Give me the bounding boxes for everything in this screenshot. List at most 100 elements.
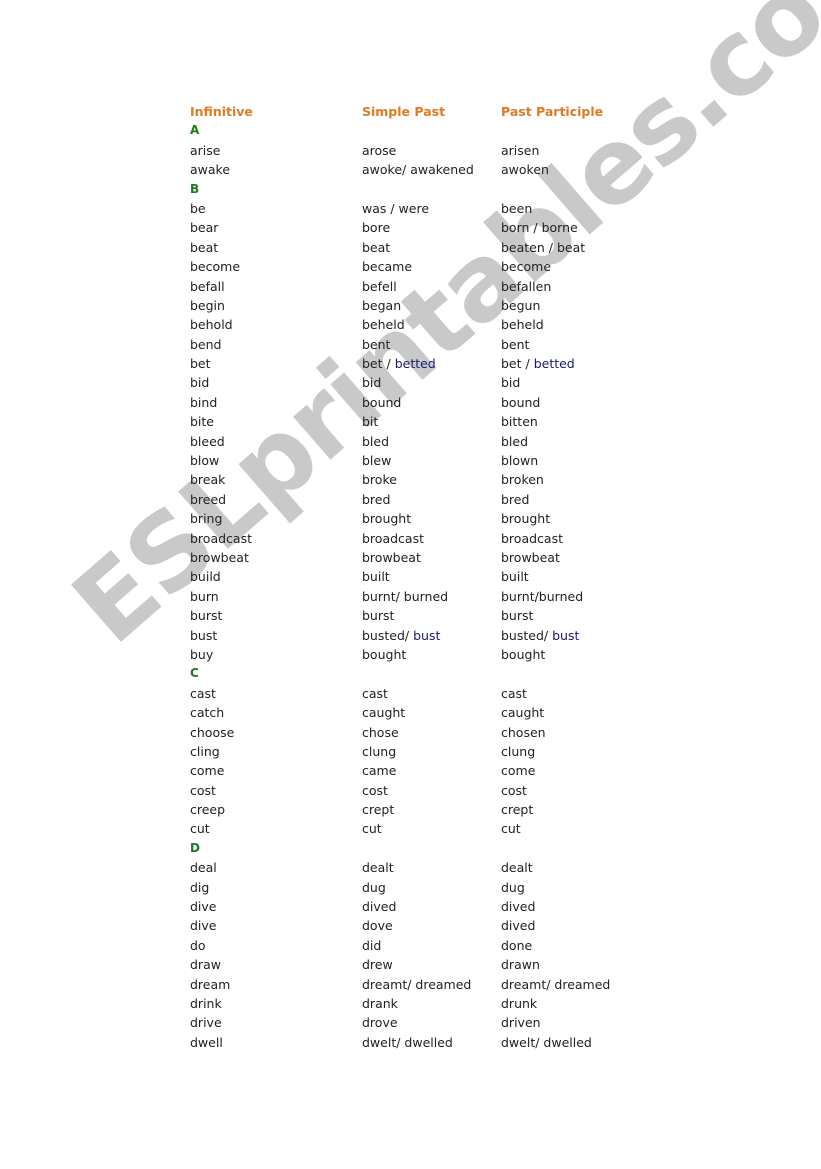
past-participle-text: driven xyxy=(501,1015,541,1031)
infinitive-cell: dive xyxy=(190,897,217,916)
infinitive-text: buy xyxy=(190,646,214,662)
simple-past-cell: bit xyxy=(362,412,378,431)
simple-past-cell: brought xyxy=(362,509,411,528)
simple-past-cell: drank xyxy=(362,994,398,1013)
past-participle-cell: bled xyxy=(501,432,528,451)
infinitive-cell: bind xyxy=(190,393,217,412)
simple-past-text: built xyxy=(362,569,390,585)
simple-past-cell: bore xyxy=(362,218,390,237)
infinitive-cell: dwell xyxy=(190,1033,223,1052)
simple-past-text: came xyxy=(362,763,397,779)
infinitive-text: become xyxy=(190,259,241,275)
past-participle-text: broken xyxy=(501,472,544,488)
infinitive-cell: bid xyxy=(190,373,209,392)
simple-past-text: dwelt/ dwelled xyxy=(362,1034,453,1050)
past-participle-text: bought xyxy=(501,646,546,662)
infinitive-text: broadcast xyxy=(190,530,252,546)
infinitive-cell: awake xyxy=(190,160,230,179)
past-participle-cell: drunk xyxy=(501,994,537,1013)
infinitive-cell: do xyxy=(190,936,206,955)
infinitive-text: browbeat xyxy=(190,549,249,565)
infinitive-cell: cast xyxy=(190,684,216,703)
past-participle-cell: dreamt/ dreamed xyxy=(501,975,610,994)
simple-past-text: dealt xyxy=(362,860,394,876)
past-participle-cell: bred xyxy=(501,490,529,509)
simple-past-cell: clung xyxy=(362,742,396,761)
past-participle-text: born / borne xyxy=(501,220,578,236)
past-participle-text: cut xyxy=(501,821,521,837)
infinitive-cell: browbeat xyxy=(190,548,249,567)
simple-past-text: cut xyxy=(362,821,382,837)
infinitive-text: break xyxy=(190,472,226,488)
simple-past-cell: bid xyxy=(362,373,381,392)
infinitive-text: bust xyxy=(190,627,218,643)
simple-past-cell: cut xyxy=(362,819,382,838)
simple-past-cell: burnt/ burned xyxy=(362,587,448,606)
simple-past-cell: bought xyxy=(362,645,406,664)
past-participle-cell: busted/ bust xyxy=(501,626,579,645)
past-participle-cell: bitten xyxy=(501,412,538,431)
infinitive-text: befall xyxy=(190,278,225,294)
simple-past-text: dug xyxy=(362,879,386,895)
simple-past-text: dove xyxy=(362,918,393,934)
past-participle-text: done xyxy=(501,937,533,953)
infinitive-text: choose xyxy=(190,724,235,740)
simple-past-text: caught xyxy=(362,705,406,721)
past-participle-text: dreamt/ dreamed xyxy=(501,976,611,992)
simple-past-text: drove xyxy=(362,1015,398,1031)
header-past-participle: Past Participle xyxy=(501,104,604,119)
infinitive-cell: cost xyxy=(190,781,216,800)
past-participle-text: browbeat xyxy=(501,549,560,565)
simple-past-text: bred xyxy=(362,491,391,507)
past-participle-text: beaten / beat xyxy=(501,239,586,255)
past-participle-text: busted/ xyxy=(501,627,553,643)
simple-past-text: cost xyxy=(362,782,388,798)
simple-past-text: crept xyxy=(362,802,395,818)
simple-past-text: bought xyxy=(362,646,407,662)
past-participle-text: come xyxy=(501,763,536,779)
past-participle-cell: broadcast xyxy=(501,529,563,548)
simple-past-cell: drove xyxy=(362,1013,398,1032)
simple-past-cell: dreamt/ dreamed xyxy=(362,975,471,994)
infinitive-cell: drink xyxy=(190,994,222,1013)
past-participle-text: arisen xyxy=(501,142,540,158)
infinitive-cell: bite xyxy=(190,412,214,431)
infinitive-cell: draw xyxy=(190,955,221,974)
infinitive-text: burn xyxy=(190,588,219,604)
past-participle-text: brought xyxy=(501,511,551,527)
past-participle-text: dwelt/ dwelled xyxy=(501,1034,592,1050)
past-participle-cell: awoken xyxy=(501,160,549,179)
infinitive-cell: cut xyxy=(190,819,210,838)
past-participle-cell: dwelt/ dwelled xyxy=(501,1033,592,1052)
simple-past-cell: bled xyxy=(362,432,389,451)
infinitive-cell: build xyxy=(190,567,221,586)
infinitive-cell: be xyxy=(190,199,206,218)
past-participle-cell: dug xyxy=(501,878,525,897)
past-participle-cell: befallen xyxy=(501,277,551,296)
simple-past-cell: was / were xyxy=(362,199,429,218)
infinitive-cell: come xyxy=(190,761,224,780)
infinitive-cell: dive xyxy=(190,916,217,935)
past-participle-cell: burst xyxy=(501,606,533,625)
infinitive-cell: befall xyxy=(190,277,225,296)
simple-past-text: dreamt/ dreamed xyxy=(362,976,472,992)
past-participle-cell: done xyxy=(501,936,532,955)
past-participle-cell: bet / betted xyxy=(501,354,575,373)
infinitive-text: creep xyxy=(190,802,226,818)
simple-past-cell: dove xyxy=(362,916,393,935)
infinitive-text: dig xyxy=(190,879,210,895)
past-participle-cell: beheld xyxy=(501,315,544,334)
past-participle-text: awoken xyxy=(501,162,549,178)
simple-past-text: began xyxy=(362,297,402,313)
section-letter: D xyxy=(190,840,200,855)
infinitive-text: blow xyxy=(190,453,220,469)
watermark: ESLprintables.com xyxy=(49,0,821,668)
infinitive-text: dwell xyxy=(190,1034,223,1050)
simple-past-text: burst xyxy=(362,608,395,624)
infinitive-text: cling xyxy=(190,743,220,759)
simple-past-alt-form: bust xyxy=(413,627,441,643)
simple-past-text: drank xyxy=(362,995,398,1011)
infinitive-cell: bleed xyxy=(190,432,225,451)
infinitive-text: bite xyxy=(190,414,214,430)
past-participle-cell: dived xyxy=(501,916,535,935)
